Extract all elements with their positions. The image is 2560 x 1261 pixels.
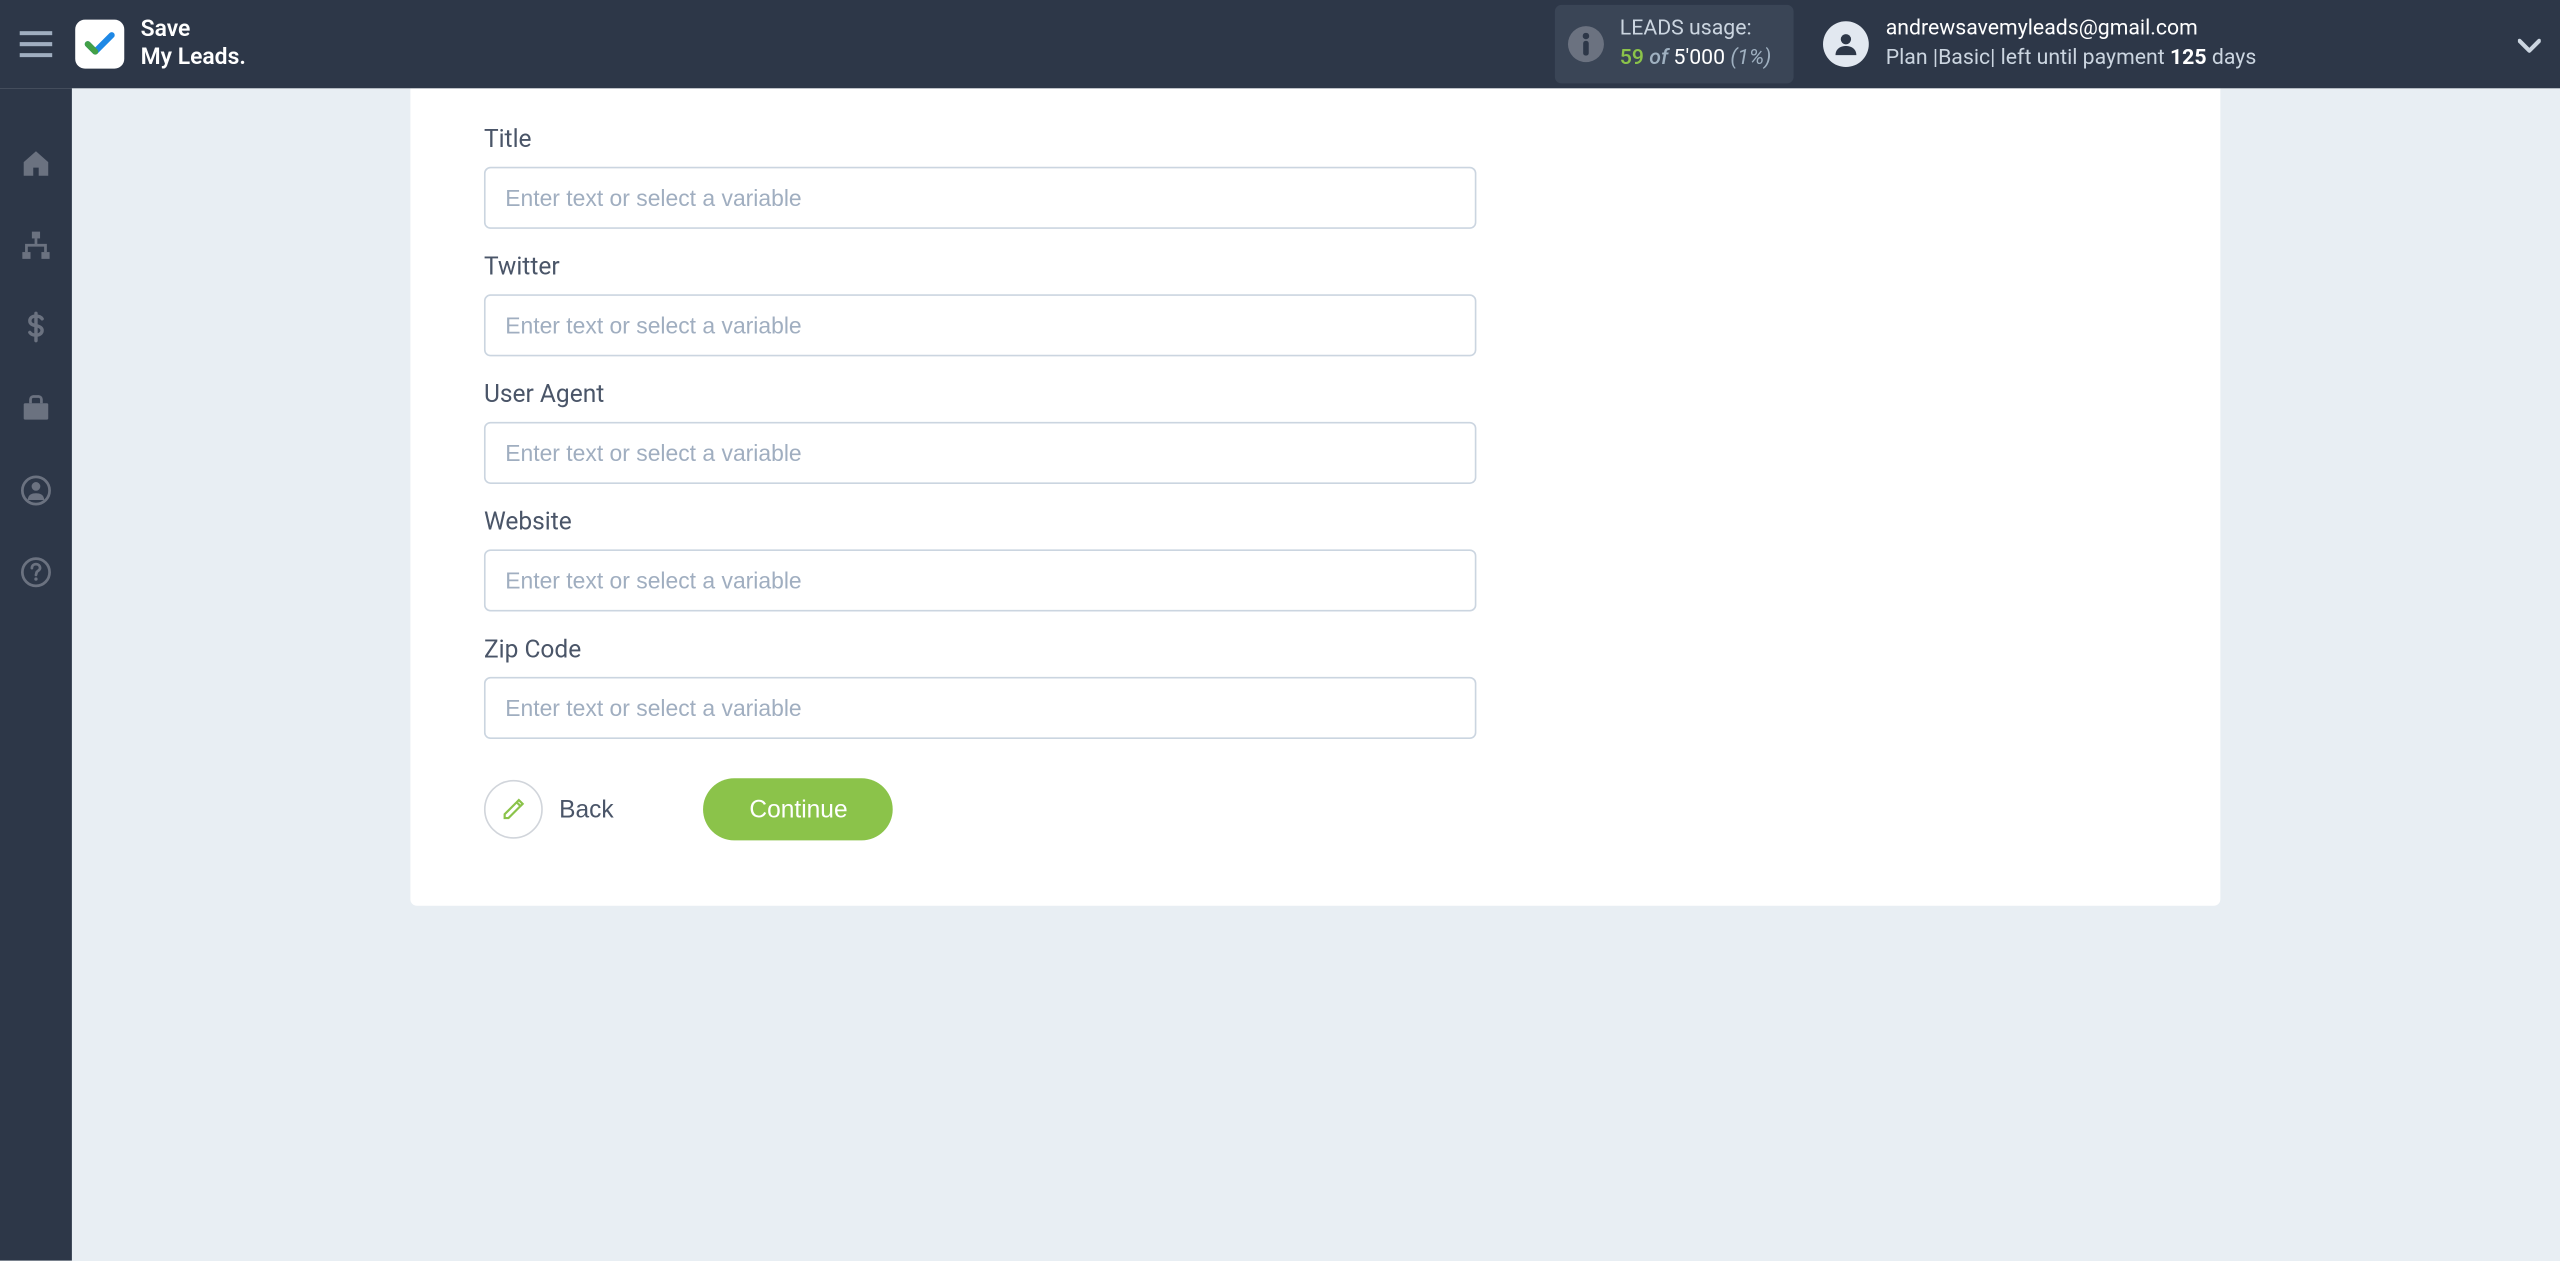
field-website: Website [484,507,2147,612]
sidebar-item-connections[interactable] [0,219,72,271]
sidebar-item-home[interactable] [0,137,72,189]
hamburger-menu-button[interactable] [0,0,72,88]
question-icon [20,556,53,589]
user-agent-input[interactable] [484,422,1476,484]
field-label: User Agent [484,379,2147,408]
field-user-agent: User Agent [484,379,2147,484]
dollar-icon [20,311,53,344]
back-button[interactable]: Back [484,780,614,839]
main-content: Title Twitter User Agent Website Zip Cod [72,88,2560,1260]
sidebar [0,88,72,1260]
sidebar-item-billing[interactable] [0,301,72,353]
field-label: Zip Code [484,634,2147,663]
continue-button[interactable]: Continue [704,778,894,840]
sidebar-item-profile[interactable] [0,464,72,516]
leads-usage-panel[interactable]: LEADS usage: 59 of 5'000 (1%) [1554,6,1794,83]
field-zip-code: Zip Code [484,634,2147,739]
sidebar-item-work[interactable] [0,383,72,435]
sitemap-icon [20,229,53,262]
pencil-icon [484,780,543,839]
back-label: Back [559,795,614,823]
field-label: Title [484,124,2147,153]
info-icon [1567,26,1603,62]
field-title: Title [484,124,2147,229]
title-input[interactable] [484,167,1476,229]
website-input[interactable] [484,549,1476,611]
logo[interactable]: Save My Leads. [75,17,246,72]
logo-text: Save My Leads. [141,17,246,72]
zip-code-input[interactable] [484,677,1476,739]
button-row: Back Continue [484,778,2147,840]
account-text: andrewsavemyleads@gmail.com Plan |Basic|… [1886,15,2257,72]
field-label: Twitter [484,252,2147,281]
account-menu[interactable]: andrewsavemyleads@gmail.com Plan |Basic|… [1824,15,2257,72]
field-twitter: Twitter [484,252,2147,357]
leads-usage-text: LEADS usage: 59 of 5'000 (1%) [1620,15,1771,72]
user-icon [20,474,53,507]
field-label: Website [484,507,2147,536]
briefcase-icon [20,392,53,425]
twitter-input[interactable] [484,294,1476,356]
form-card: Title Twitter User Agent Website Zip Cod [410,88,2220,906]
sidebar-item-help[interactable] [0,546,72,598]
avatar-icon [1824,21,1870,67]
topbar: Save My Leads. LEADS usage: 59 of 5'000 … [0,0,2560,88]
hamburger-icon [20,31,53,57]
home-icon [20,147,53,180]
account-chevron[interactable] [2518,29,2541,60]
chevron-down-icon [2518,37,2541,53]
logo-icon [75,20,124,69]
